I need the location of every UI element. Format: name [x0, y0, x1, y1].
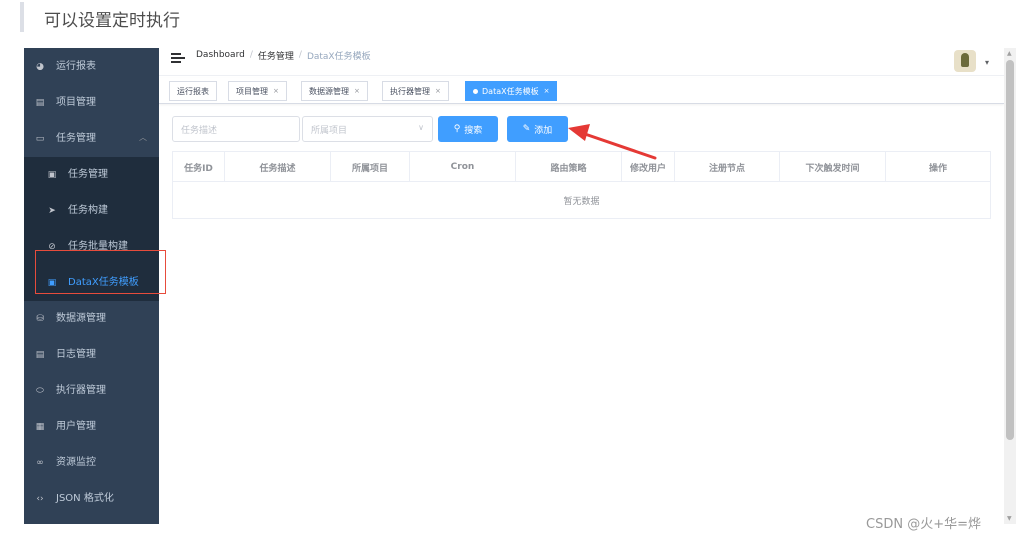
column-header: 下次触发时间: [780, 152, 886, 182]
dashboard-icon: ◕: [36, 62, 44, 72]
active-dot-icon: [473, 88, 478, 94]
search-button-label: 搜索: [464, 125, 483, 136]
empty-text: 暂无数据: [563, 196, 600, 207]
column-header: 所属项目: [331, 152, 410, 182]
scrollbar[interactable]: ▲ ▼: [1004, 48, 1016, 524]
sidebar-item-label: 任务构建: [68, 205, 108, 216]
column-header: Cron: [410, 152, 516, 182]
sidebar-item-label: JSON 格式化: [56, 493, 114, 504]
add-button-label: 添加: [534, 125, 553, 136]
chevron-up-icon: ︿: [139, 133, 147, 142]
task-icon: ▭: [35, 134, 45, 144]
datasource-icon: ⛁: [36, 314, 44, 324]
sidebar-item-label: 资源监控: [56, 457, 96, 468]
tag-dashboard[interactable]: 运行报表: [169, 81, 217, 101]
sidebar-item-label: 任务管理: [68, 169, 108, 180]
task-desc-placeholder: 任务描述: [181, 125, 218, 136]
sidebar-item-user[interactable]: ▦ 用户管理: [24, 409, 159, 445]
sidebar-item-task-group[interactable]: ▭ 任务管理 ︿: [24, 121, 159, 157]
watermark: CSDN @火+华=烨: [866, 517, 981, 532]
sidebar-item-json[interactable]: ‹› JSON 格式化: [24, 481, 159, 517]
scroll-up-icon[interactable]: ▲: [1007, 50, 1012, 57]
navbar: Dashboard / 任务管理 / DataX任务模板 ▾: [159, 48, 1004, 76]
monitor-icon: ∞: [36, 458, 44, 468]
project-icon: ▤: [35, 98, 45, 108]
breadcrumb-item-task[interactable]: 任务管理: [258, 49, 294, 62]
tag-label: 运行报表: [177, 86, 209, 96]
column-header: 修改用户: [622, 152, 675, 182]
column-header: 注册节点: [675, 152, 780, 182]
breadcrumb-item-dashboard[interactable]: Dashboard: [196, 50, 245, 60]
tag-project[interactable]: 项目管理 ×: [228, 81, 287, 101]
tag-label: 项目管理: [236, 86, 268, 96]
caption-text: 可以设置定时执行: [44, 11, 180, 31]
sidebar-item-task-manage[interactable]: ▣ 任务管理: [24, 157, 159, 193]
sidebar-item-task-build[interactable]: ➤ 任务构建: [24, 193, 159, 229]
sidebar-item-executor[interactable]: ⬭ 执行器管理: [24, 373, 159, 409]
project-select[interactable]: 所属项目 ∨: [302, 116, 433, 142]
caption-quote-bar: [20, 2, 24, 32]
tag-label: 数据源管理: [309, 86, 349, 96]
highlight-box: [35, 250, 166, 294]
sidebar-item-label: 项目管理: [56, 97, 96, 108]
chevron-down-icon: ∨: [418, 123, 424, 132]
task-list-icon: ▣: [47, 170, 57, 180]
sidebar-item-label: 日志管理: [56, 349, 96, 360]
user-table-icon: ▦: [35, 422, 45, 432]
breadcrumb-separator: /: [298, 50, 302, 60]
tag-label: DataX任务模板: [482, 86, 539, 96]
tag-label: 执行器管理: [390, 86, 430, 96]
sidebar-item-label: 运行报表: [56, 61, 96, 72]
scroll-down-icon[interactable]: ▼: [1007, 515, 1012, 522]
send-icon: ➤: [48, 206, 56, 216]
breadcrumb-item-current: DataX任务模板: [306, 51, 371, 62]
blog-caption: 可以设置定时执行: [20, 0, 1016, 34]
sidebar-item-dashboard[interactable]: ◕ 运行报表: [24, 49, 159, 85]
task-desc-input[interactable]: 任务描述: [172, 116, 300, 142]
sidebar-item-datasource[interactable]: ⛁ 数据源管理: [24, 301, 159, 337]
sidebar-item-label: 执行器管理: [56, 385, 106, 396]
add-button[interactable]: ✎ 添加: [507, 116, 568, 142]
screenshot-root: 可以设置定时执行 ◕ 运行报表 ▤ 项目管理 ▭ 任务管理 ︿ ▣ 任务管理 ➤…: [0, 0, 1016, 540]
sidebar-item-monitor[interactable]: ∞ 资源监控: [24, 445, 159, 481]
task-table: 任务ID 任务描述 所属项目 Cron 路由策略 修改用户 注册节点 下次触发时…: [172, 151, 991, 219]
close-icon[interactable]: ×: [273, 87, 279, 95]
search-button[interactable]: ⚲ 搜索: [438, 116, 498, 142]
tag-datasource[interactable]: 数据源管理 ×: [301, 81, 368, 101]
column-header: 操作: [928, 163, 947, 174]
project-placeholder: 所属项目: [311, 125, 348, 136]
sidebar-item-project[interactable]: ▤ 项目管理: [24, 85, 159, 121]
tag-datax-template[interactable]: DataX任务模板 ×: [465, 81, 558, 101]
close-icon[interactable]: ×: [435, 87, 441, 95]
tag-executor[interactable]: 执行器管理 ×: [382, 81, 449, 101]
column-header: 任务ID: [173, 152, 225, 182]
close-icon[interactable]: ×: [354, 87, 360, 95]
sidebar-item-label: 任务管理: [56, 133, 96, 144]
search-icon: ⚲: [453, 124, 461, 134]
sidebar-item-label: 用户管理: [56, 421, 96, 432]
main-content: 任务描述 所属项目 ∨ ⚲ 搜索 ✎ 添加 任务ID 任务描述 所属项目 Cro…: [159, 104, 1004, 524]
column-header: 路由策略: [516, 152, 622, 182]
executor-icon: ⬭: [36, 386, 44, 396]
table-header: 任务ID 任务描述 所属项目 Cron 路由策略 修改用户 注册节点 下次触发时…: [173, 152, 990, 182]
json-icon: ‹›: [36, 494, 44, 504]
scrollbar-thumb[interactable]: [1006, 60, 1014, 440]
caret-down-icon[interactable]: ▾: [985, 58, 989, 67]
log-icon: ▤: [35, 350, 45, 360]
hamburger-icon[interactable]: [171, 52, 185, 64]
close-icon[interactable]: ×: [544, 87, 550, 95]
avatar[interactable]: [954, 50, 976, 72]
edit-icon: ✎: [522, 124, 531, 134]
sidebar-item-log[interactable]: ▤ 日志管理: [24, 337, 159, 373]
sidebar-item-label: 数据源管理: [56, 313, 106, 324]
column-header: 任务描述: [225, 152, 331, 182]
breadcrumb: Dashboard / 任务管理 / DataX任务模板: [196, 48, 371, 62]
tags-view: 运行报表 项目管理 × 数据源管理 × 执行器管理 × DataX任务模板 ×: [159, 78, 1004, 104]
breadcrumb-separator: /: [249, 50, 253, 60]
